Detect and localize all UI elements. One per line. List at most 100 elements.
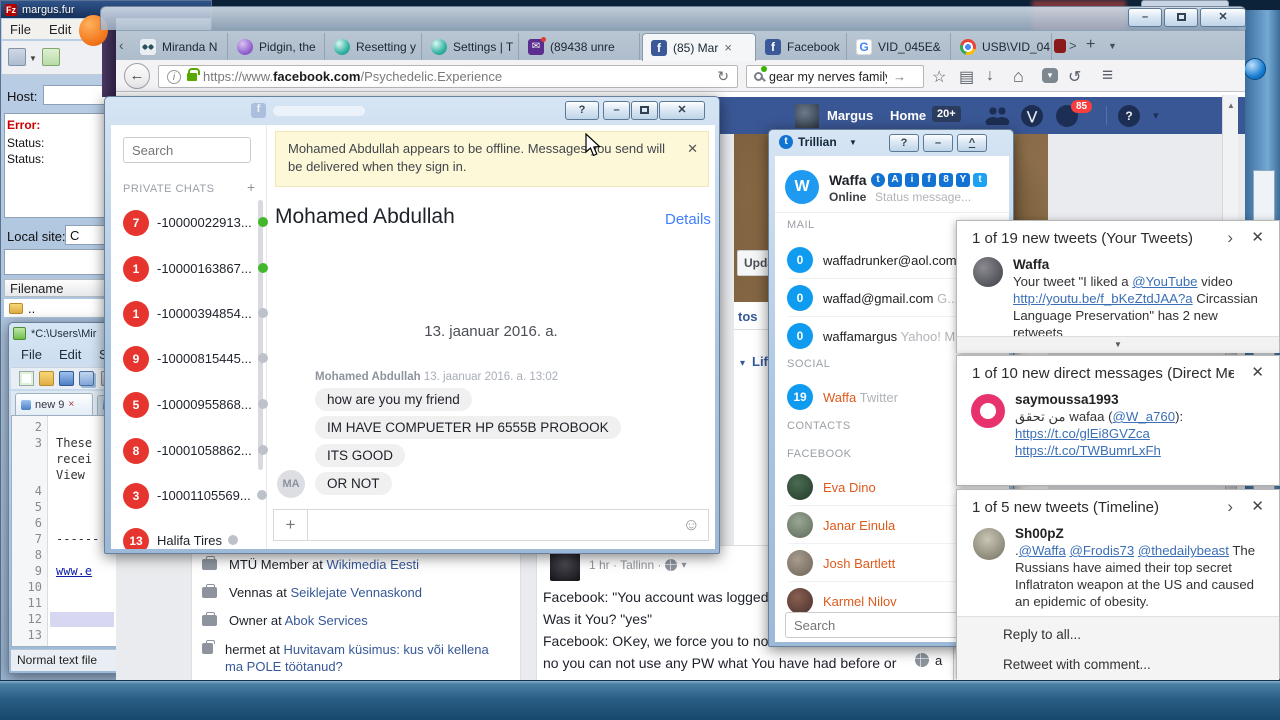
- banner-close-icon[interactable]: ✕: [687, 140, 698, 158]
- tweet-link[interactable]: http://youtu.be/f_bKeZtdJAA?a: [1013, 291, 1193, 306]
- popup-next-icon[interactable]: ›: [1227, 363, 1233, 383]
- trillian-rollup-button[interactable]: ^: [957, 134, 987, 152]
- tweet-link[interactable]: @thedailybeast: [1138, 543, 1229, 558]
- messenger-icon[interactable]: ⋁: [1021, 105, 1043, 127]
- firefox-titlebar[interactable]: [100, 6, 1246, 30]
- trillian-user-avatar[interactable]: W: [785, 170, 819, 204]
- chat-list-item[interactable]: 3 -10001105569...: [123, 483, 267, 509]
- profile-avatar[interactable]: [795, 104, 819, 128]
- reload-icon[interactable]: ↻: [717, 68, 729, 85]
- tab-usb-search[interactable]: USB\VID_04: [952, 33, 1052, 61]
- emoji-icon[interactable]: ☺: [683, 515, 700, 535]
- trillian-minimize-button[interactable]: –: [923, 134, 953, 152]
- messenger-minimize-button[interactable]: –: [603, 101, 630, 120]
- tab-scroll-left-icon[interactable]: ‹: [119, 37, 124, 53]
- tab-miranda[interactable]: Miranda N: [132, 33, 228, 61]
- toolbar-dropdown-icon[interactable]: ▼: [29, 54, 37, 63]
- dm-link[interactable]: https://t.co/TWBumrLxFh: [1015, 443, 1161, 458]
- popup-next-icon[interactable]: ›: [1227, 497, 1233, 517]
- npp-menu-edit[interactable]: Edit: [59, 347, 81, 362]
- chat-list-item[interactable]: 13 Halifa Tires: [123, 528, 239, 549]
- search-bar[interactable]: →: [746, 65, 924, 88]
- chat-search-input[interactable]: [123, 137, 251, 163]
- trillian-user-name[interactable]: Waffa: [829, 172, 867, 188]
- close-button[interactable]: ✕: [1200, 8, 1246, 27]
- tab-resetting[interactable]: Resetting y: [326, 33, 422, 61]
- reply-to-all-action[interactable]: Reply to all...: [1003, 627, 1081, 642]
- yahoo-network-icon[interactable]: Y: [956, 173, 970, 187]
- refresh-icon[interactable]: [42, 48, 60, 66]
- icq-network-icon[interactable]: i: [905, 173, 919, 187]
- url-bar[interactable]: i https://www.facebook.com/Psychedelic.E…: [158, 65, 738, 88]
- popup-close-icon[interactable]: ✕: [1251, 228, 1264, 246]
- tweet-link[interactable]: @Frodis73: [1069, 543, 1134, 558]
- partial-tab-icon[interactable]: [1054, 39, 1066, 53]
- tab-pidgin[interactable]: Pidgin, the: [229, 33, 325, 61]
- popup-next-icon[interactable]: ›: [1227, 228, 1233, 248]
- new-tab-icon[interactable]: +: [1086, 36, 1095, 54]
- message-input[interactable]: [308, 510, 683, 540]
- help-icon[interactable]: ?: [1118, 105, 1140, 127]
- post-meta-caret-icon[interactable]: ▾: [681, 560, 686, 571]
- tab-mail[interactable]: ✉ (89438 unre: [520, 33, 640, 61]
- tab-google-search[interactable]: G VID_045E&: [848, 33, 951, 61]
- add-chat-icon[interactable]: +: [247, 179, 255, 195]
- chat-list-item[interactable]: 7 -10000022913...: [123, 210, 268, 236]
- https-lock-icon[interactable]: [187, 67, 200, 81]
- web-search-input[interactable]: [769, 69, 887, 84]
- trillian-title-dropdown-icon[interactable]: ▼: [849, 138, 857, 147]
- details-link[interactable]: Details: [665, 211, 711, 228]
- tab-list-dropdown-icon[interactable]: ▼: [1108, 41, 1117, 51]
- attach-plus-icon[interactable]: +: [274, 510, 308, 540]
- search-engine-icon[interactable]: [754, 66, 767, 84]
- chat-list-item[interactable]: 1 -10000163867...: [123, 256, 268, 282]
- photos-tab-partial[interactable]: tos: [738, 309, 758, 324]
- intro-link[interactable]: Abok Services: [285, 613, 368, 628]
- home-icon[interactable]: ⌂: [1013, 66, 1024, 87]
- chat-list-item[interactable]: 8 -10001058862...: [123, 438, 268, 464]
- open-file-icon[interactable]: [39, 371, 54, 386]
- minimize-button[interactable]: –: [1128, 8, 1162, 27]
- search-go-icon[interactable]: →: [893, 69, 906, 84]
- chat-list-scrollbar[interactable]: [258, 200, 263, 470]
- tab-facebook2[interactable]: f Facebook: [757, 33, 847, 61]
- aim-network-icon[interactable]: A: [888, 173, 902, 187]
- retweet-with-comment-action[interactable]: Retweet with comment...: [1003, 657, 1151, 672]
- presence-status[interactable]: Online: [829, 190, 866, 204]
- chat-list-item[interactable]: 5 -10000955868...: [123, 392, 268, 418]
- dm-link[interactable]: @W_a760: [1113, 409, 1176, 424]
- tab-close-icon[interactable]: ×: [68, 399, 74, 410]
- home-link[interactable]: Home: [890, 108, 926, 123]
- messenger-close-button[interactable]: ✕: [659, 101, 705, 120]
- editor-url-text[interactable]: www.e: [56, 564, 92, 578]
- site-manager-icon[interactable]: [8, 48, 26, 66]
- tab-facebook-active[interactable]: f (85) Mar ×: [642, 33, 756, 61]
- post-author-avatar[interactable]: [550, 551, 580, 581]
- facebook-network-icon[interactable]: f: [922, 173, 936, 187]
- twitter-network-icon[interactable]: t: [973, 173, 987, 187]
- tweet-link[interactable]: @Waffa: [1019, 543, 1066, 558]
- trillian-help-button[interactable]: ?: [889, 134, 919, 152]
- notepadpp-titlebar[interactable]: *C:\Users\Mir: [13, 327, 96, 340]
- popup-close-icon[interactable]: ✕: [1251, 363, 1264, 381]
- messenger-help-button[interactable]: ?: [565, 101, 599, 120]
- popup-close-icon[interactable]: ✕: [1251, 497, 1264, 515]
- filezilla-menu-edit[interactable]: Edit: [49, 22, 71, 37]
- back-button[interactable]: ←: [124, 63, 150, 89]
- gtalk-network-icon[interactable]: 8: [939, 173, 953, 187]
- popup-expand-strip[interactable]: ▼: [957, 336, 1279, 353]
- tab-new9[interactable]: new 9 ×: [15, 393, 93, 415]
- intro-link[interactable]: Wikimedia Eesti: [327, 557, 419, 572]
- intro-link[interactable]: Seiklejate Vennaskond: [290, 585, 422, 600]
- messenger-maximize-button[interactable]: [631, 101, 658, 120]
- maximize-button[interactable]: [1164, 8, 1198, 27]
- sync-swirl-icon[interactable]: ↺: [1068, 67, 1081, 87]
- friend-requests-icon[interactable]: [984, 106, 1010, 125]
- profile-name-link[interactable]: Margus: [827, 108, 873, 123]
- tab-settings[interactable]: Settings | T: [423, 33, 519, 61]
- save-icon[interactable]: [59, 371, 74, 386]
- trillian-network-icon[interactable]: t: [871, 173, 885, 187]
- bookmarks-menu-icon[interactable]: ▤: [959, 67, 974, 87]
- hamburger-menu-icon[interactable]: ≡: [1102, 65, 1113, 87]
- tab-overflow-icon[interactable]: >: [1069, 38, 1077, 53]
